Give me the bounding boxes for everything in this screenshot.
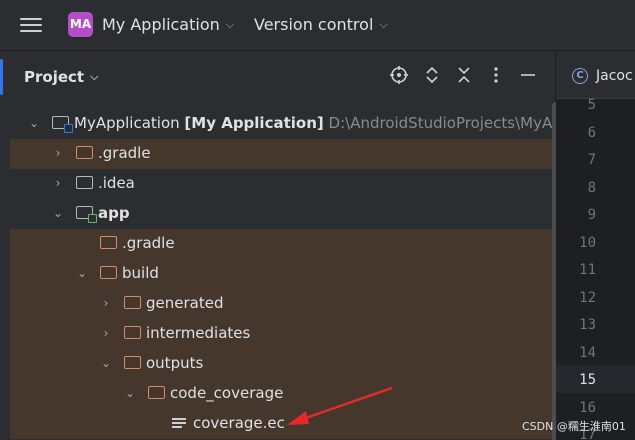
line-number: 10 [579,235,596,251]
tree-item-coverage-ec[interactable]: coverage.ec [10,409,555,439]
chevron-right-icon[interactable]: › [99,295,113,310]
line-number-current: 15 [579,372,596,388]
tree-item-generated[interactable]: › generated [10,289,555,319]
line-number: 13 [579,317,596,333]
folder-icon [124,356,141,369]
hide-panel-icon[interactable] [517,65,539,87]
watermark: CSDN @糯生淮南01 [522,420,626,433]
panel-title: Project [24,68,85,86]
tree-item-idea[interactable]: › .idea [10,169,555,199]
tree-item-label: MyApplication [74,114,180,132]
line-number: 14 [579,345,596,361]
tree-item-label: generated [146,294,224,312]
chevron-down-icon[interactable]: ⌄ [123,385,137,400]
project-view-selector[interactable]: Project ⌵ [24,68,98,86]
tree-item-path: D:\AndroidStudioProjects\MyAp [328,114,562,132]
line-number: 5 [587,97,596,113]
select-opened-file-icon[interactable] [388,65,410,87]
chevron-down-icon: ⌵ [379,18,388,31]
project-panel-header: Project ⌵ [10,51,555,101]
line-number: 8 [587,180,596,196]
tree-item-outputs[interactable]: ⌄ outputs [10,349,555,379]
line-number: 7 [587,152,596,168]
module-folder-icon [76,206,97,223]
tree-item-app-gradle[interactable]: .gradle [10,229,555,259]
tree-item-gradle[interactable]: › .gradle [10,139,555,169]
tree-item-label: .idea [98,174,135,192]
project-panel: Project ⌵ ⌄ MyApplication [My Application… [10,51,562,440]
tree-item-intermediates[interactable]: › intermediates [10,319,555,349]
chevron-down-icon[interactable]: ⌄ [51,205,65,220]
chevron-right-icon[interactable]: › [99,325,113,340]
folder-icon [76,176,93,189]
line-number: 16 [579,400,596,416]
main-toolbar: MA My Application ⌵ Version control ⌵ [0,0,635,50]
project-badge[interactable]: MA [68,12,93,37]
version-control-label: Version control [254,15,374,34]
tree-item-label: code_coverage [170,384,284,402]
tree-item-app[interactable]: ⌄ app [10,199,555,229]
project-name-label: My Application [102,15,220,34]
tree-item-build[interactable]: ⌄ build [10,259,555,289]
line-number: 6 [587,125,596,141]
chevron-down-icon[interactable]: ⌄ [27,115,41,130]
editor-tab[interactable]: C Jacoc [556,51,635,99]
chevron-down-icon: ⌵ [225,18,235,31]
tree-item-label: intermediates [146,324,251,342]
tree-item-label: .gradle [98,144,151,162]
tree-item-label: outputs [146,354,204,372]
class-file-icon: C [572,68,588,84]
line-number: 12 [579,290,596,306]
tree-item-label: build [122,264,159,282]
expand-all-icon[interactable] [421,65,443,87]
line-number: 9 [587,207,596,223]
tree-item-label: .gradle [122,234,175,252]
module-folder-icon [52,116,73,133]
editor-area: C Jacoc 5 6 7 8 9 10 11 12 13 14 15 16 1… [556,51,635,440]
tree-item-code-coverage[interactable]: ⌄ code_coverage [10,379,555,409]
tree-item-label: coverage.ec [193,414,285,432]
collapse-all-icon[interactable] [453,65,475,87]
chevron-down-icon[interactable]: ⌄ [99,355,113,370]
text-file-icon [172,418,186,430]
folder-icon [100,266,117,279]
folder-icon [124,326,141,339]
main-menu-icon[interactable] [20,14,42,36]
active-tool-indicator [0,59,3,95]
tree-item-myapplication[interactable]: ⌄ MyApplication [My Application] D:\Andr… [10,109,562,139]
chevron-right-icon[interactable]: › [51,175,65,190]
folder-icon [76,146,93,159]
more-options-icon[interactable] [485,65,507,87]
chevron-down-icon: ⌵ [90,70,99,83]
version-control-menu[interactable]: Version control ⌵ [254,15,388,34]
project-selector[interactable]: My Application ⌵ [102,15,234,34]
tree-item-label: app [98,204,130,222]
chevron-right-icon[interactable]: › [51,145,65,160]
folder-icon [100,236,117,249]
tool-window-strip [0,51,10,440]
chevron-down-icon[interactable]: ⌄ [75,265,89,280]
editor-tab-label: Jacoc [596,68,633,84]
tree-item-module-name: [My Application] [184,114,324,132]
line-number: 11 [579,262,596,278]
folder-icon [124,296,141,309]
folder-icon [148,386,165,399]
